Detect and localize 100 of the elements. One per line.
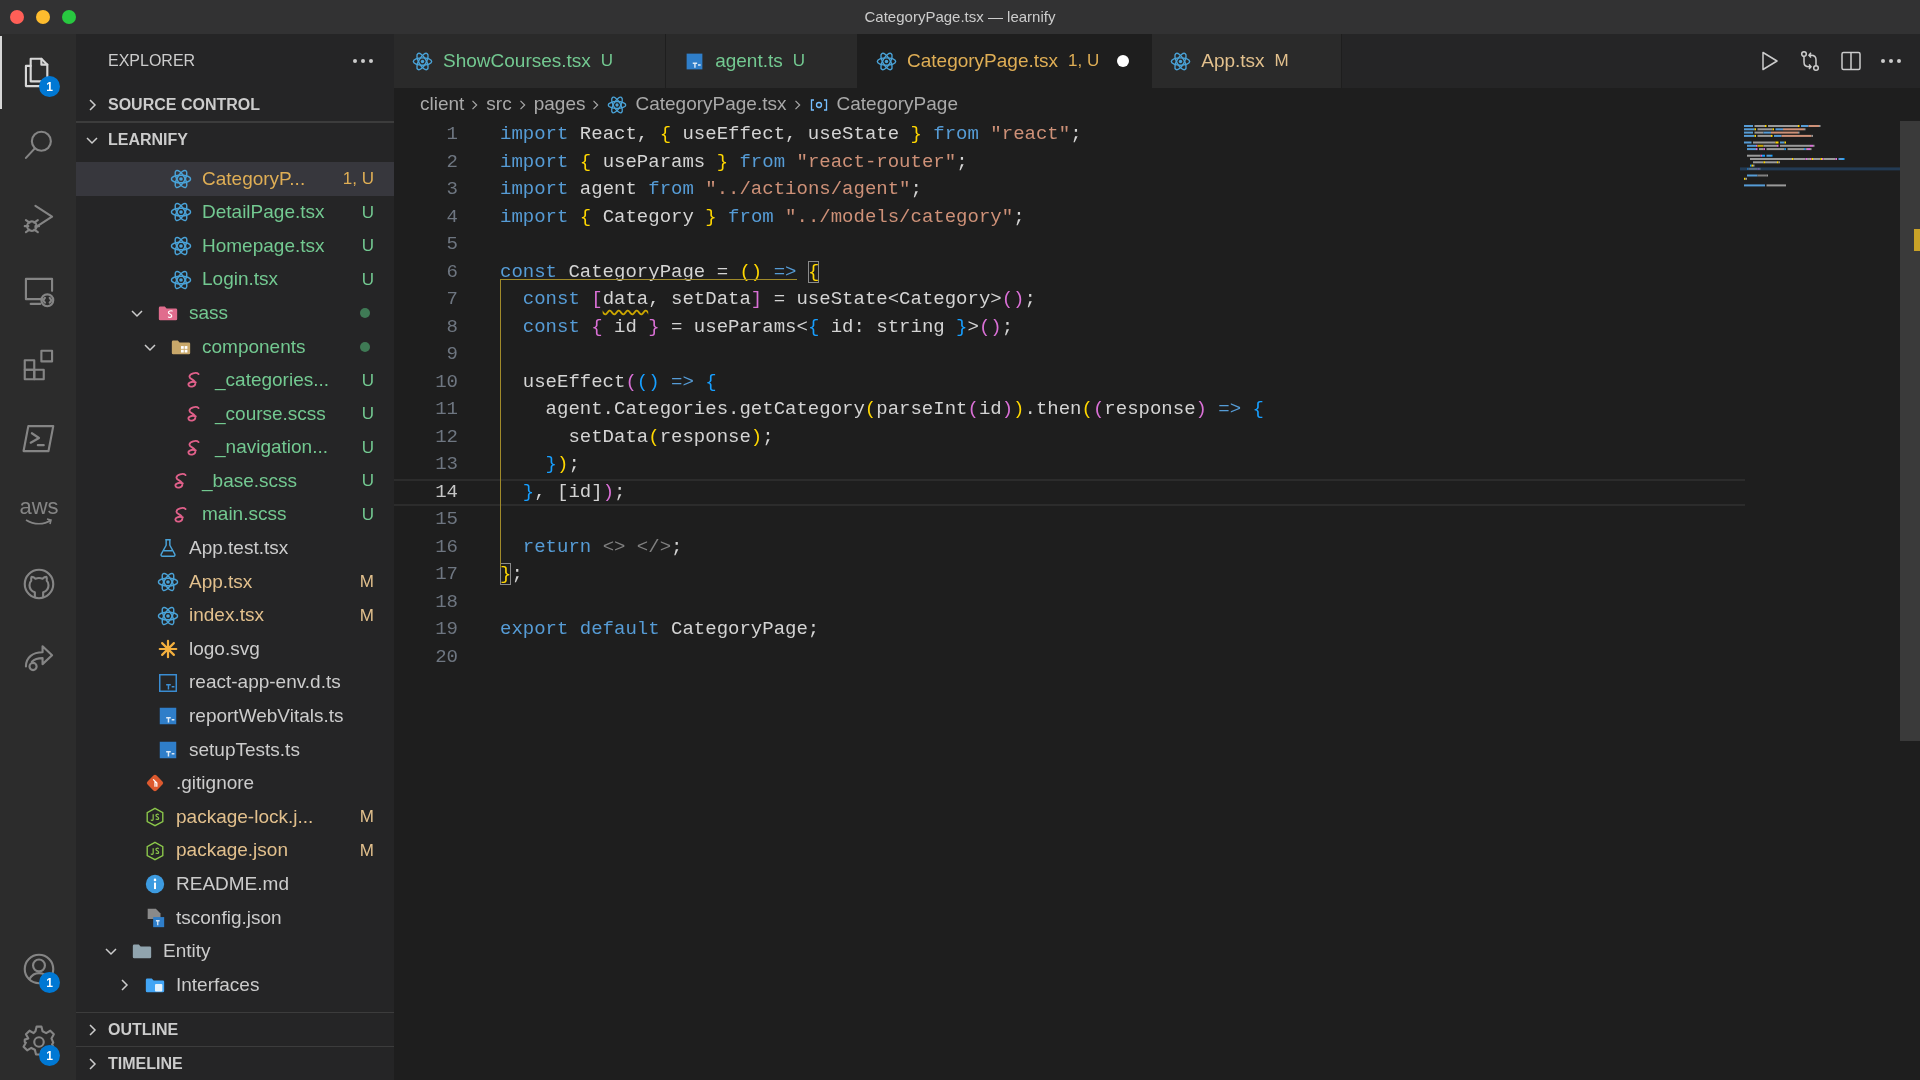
line-number: 6 — [445, 259, 459, 285]
section-title: OUTLINE — [108, 1019, 179, 1040]
line-number: 19 — [434, 617, 459, 642]
flask-icon — [157, 537, 179, 560]
git-status: U — [361, 369, 374, 392]
breadcrumb-item[interactable]: pages — [533, 90, 586, 119]
file-name: _base.scss — [202, 468, 299, 494]
code-line: const [data, setData] = useState<Category>(); — [521, 287, 1036, 312]
minimize-button[interactable] — [36, 10, 50, 24]
sidebar-title: EXPLORER — [108, 51, 196, 71]
folder-name: components — [202, 334, 307, 359]
tree-item[interactable]: _course.scss U — [76, 397, 394, 431]
code-line: import { useParams } from "react-router"; — [500, 149, 968, 175]
code-line: useEffect(() => { — [521, 369, 717, 395]
tree-item[interactable]: App.tsx M — [76, 565, 394, 599]
file-name: _categories... — [215, 368, 331, 393]
file-name: App.tsx — [189, 569, 254, 594]
activity-button[interactable]: aws — [0, 474, 76, 547]
maximize-button[interactable] — [62, 10, 76, 24]
file-name: react-app-env.d.ts — [189, 670, 342, 695]
line-number: 11 — [434, 397, 459, 422]
tree-item[interactable]: sass — [76, 296, 394, 330]
tree-item[interactable]: DetailPage.tsx U — [76, 195, 394, 230]
tree-item[interactable]: .gitignore — [76, 766, 394, 801]
tree-item[interactable]: logo.svg — [76, 632, 394, 666]
activity-button[interactable]: 1 — [0, 932, 76, 1005]
tree-item[interactable]: components — [76, 329, 394, 364]
editor-tab[interactable]: App.tsx M — [1152, 34, 1342, 88]
line-number: 17 — [434, 562, 459, 587]
code-line: import React, { useEffect, useState } from "react"; — [500, 122, 1082, 147]
section-title: SOURCE CONTROL — [108, 94, 260, 115]
tree-item[interactable]: index.tsx M — [76, 598, 394, 633]
git-status: M — [359, 806, 374, 829]
atom-icon — [170, 167, 192, 190]
tree-item[interactable]: reportWebVitals.ts — [76, 699, 394, 734]
section-header[interactable]: TIMELINE — [76, 1046, 394, 1080]
file-name: setupTests.ts — [189, 737, 301, 762]
section-header[interactable]: SOURCE CONTROL — [76, 88, 394, 122]
code-line: import agent from "../actions/agent"; — [500, 177, 922, 202]
close-button[interactable] — [10, 10, 24, 24]
tree-item[interactable]: Login.tsx U — [76, 262, 394, 297]
tree-item[interactable]: Interfaces — [76, 968, 394, 1002]
tree-item[interactable]: Entity — [76, 934, 394, 969]
scrollbar[interactable] — [1900, 121, 1920, 741]
activity-label: aws — [19, 495, 59, 518]
tree-item[interactable]: _base.scss U — [76, 464, 394, 498]
breadcrumb-item[interactable]: CategoryPage — [808, 90, 958, 119]
line-number: 2 — [445, 149, 459, 175]
git-status: M — [359, 571, 374, 594]
breadcrumb-item[interactable]: src — [486, 90, 512, 119]
atom-icon — [170, 201, 192, 224]
tree-item[interactable]: tsconfig.json — [76, 901, 394, 935]
code-line: export default CategoryPage; — [500, 617, 820, 642]
section-header[interactable]: OUTLINE — [76, 1012, 394, 1046]
line-number: 1 — [445, 122, 459, 147]
section-header[interactable]: LEARNIFY — [76, 122, 394, 156]
editor-tab[interactable]: CategoryPage.tsx 1, U — [858, 34, 1153, 88]
tree-item[interactable]: _categories... U — [76, 363, 394, 398]
smile-arrow-icon — [24, 517, 54, 526]
git-status: U — [361, 201, 374, 224]
git-status: U — [361, 504, 374, 526]
tree-item[interactable]: README.md — [76, 867, 394, 902]
tree-item[interactable]: _navigation... U — [76, 430, 394, 465]
editor-tab[interactable]: ShowCourses.tsx U — [394, 34, 667, 88]
file-name: CategoryP... — [202, 166, 307, 191]
asterisk-icon — [157, 638, 179, 661]
line-number: 14 — [434, 479, 459, 505]
file-name: _course.scss — [215, 401, 327, 427]
file-name: Login.tsx — [202, 267, 280, 292]
breadcrumb-item[interactable]: client — [420, 90, 465, 119]
code-line: setData(response); — [567, 424, 774, 450]
atom-icon — [157, 604, 179, 627]
tree-item[interactable]: App.test.tsx — [76, 531, 394, 566]
atom-icon — [170, 235, 192, 257]
line-number: 4 — [445, 204, 459, 230]
split-editor-icon[interactable] — [1839, 49, 1863, 73]
atom-icon — [876, 50, 897, 72]
overview-mark — [1914, 229, 1920, 251]
activity-button[interactable]: 1 — [0, 1005, 76, 1078]
tree-item[interactable]: Homepage.tsx U — [76, 229, 394, 263]
notification-badge: 1 — [39, 76, 60, 97]
git-status: U — [361, 268, 374, 291]
tree-item[interactable]: main.scss U — [76, 497, 394, 532]
more-icon[interactable] — [352, 58, 374, 64]
hexagon-icon — [144, 806, 166, 829]
tree-item[interactable]: CategoryP... 1, U — [76, 162, 394, 196]
tree-item[interactable]: package-lock.j... M — [76, 800, 394, 834]
more-icon[interactable] — [1880, 58, 1902, 64]
breadcrumb-item[interactable]: CategoryPage.tsx — [607, 90, 787, 119]
file-name: tsconfig.json — [176, 905, 283, 930]
tree-item[interactable]: package.json M — [76, 833, 394, 868]
tree-item[interactable]: react-app-env.d.ts — [76, 665, 394, 700]
git-status: U — [361, 470, 374, 493]
compare-icon[interactable] — [1798, 49, 1822, 73]
tree-item[interactable]: setupTests.ts — [76, 733, 394, 767]
section-title: LEARNIFY — [108, 129, 188, 150]
atom-icon — [607, 94, 628, 115]
editor-tab[interactable]: agent.ts U — [666, 34, 858, 88]
code-line: }); — [544, 452, 580, 477]
line-number: 15 — [434, 507, 459, 532]
